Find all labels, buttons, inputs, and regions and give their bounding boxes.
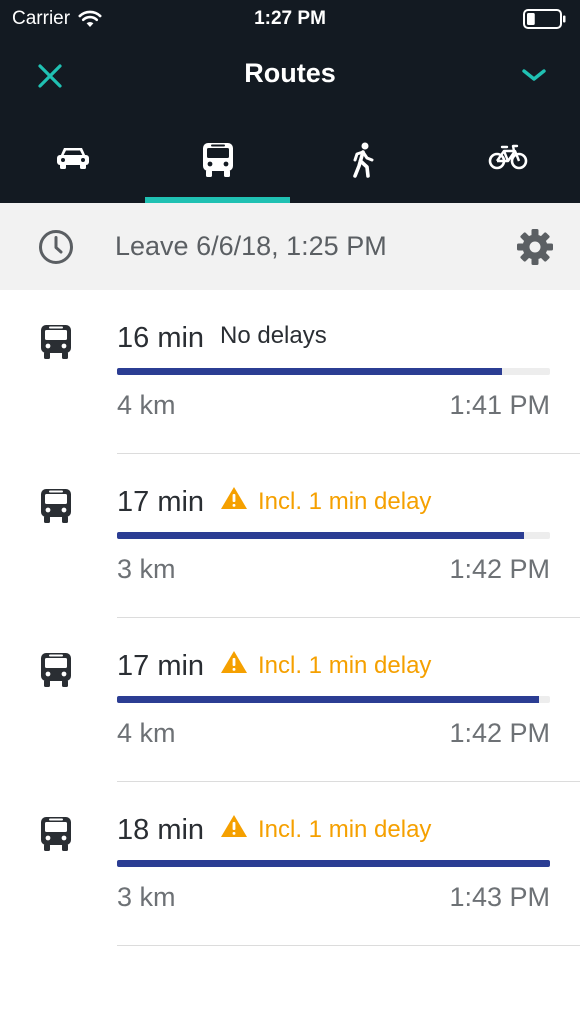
route-progress-bar bbox=[117, 860, 550, 867]
page-title: Routes bbox=[244, 58, 336, 88]
route-distance: 3 km bbox=[117, 554, 176, 584]
route-status: Incl. 1 min delay bbox=[220, 650, 431, 681]
walking-icon bbox=[348, 142, 378, 183]
route-status: Incl. 1 min delay bbox=[220, 486, 431, 517]
chevron-down-icon bbox=[521, 67, 547, 88]
route-duration: 17 min bbox=[117, 650, 205, 682]
route-option[interactable]: 16 min No delays 4 km 1:41 PM bbox=[0, 290, 580, 454]
route-option[interactable]: 17 min Incl. 1 min delay 3 km 1:42 PM bbox=[0, 454, 580, 618]
route-status: No delays bbox=[220, 322, 327, 350]
close-button[interactable] bbox=[32, 60, 68, 96]
route-progress-fill bbox=[117, 860, 550, 867]
departure-time-selector[interactable]: Leave 6/6/18, 1:25 PM bbox=[0, 203, 580, 290]
status-time: 1:27 PM bbox=[254, 8, 326, 29]
bus-icon bbox=[39, 488, 75, 524]
route-option[interactable]: 17 min Incl. 1 min delay 4 km 1:42 PM bbox=[0, 618, 580, 782]
departure-time-label: Leave 6/6/18, 1:25 PM bbox=[115, 231, 387, 261]
route-progress-bar bbox=[117, 696, 550, 703]
car-icon bbox=[55, 142, 91, 177]
gear-icon[interactable] bbox=[516, 228, 554, 266]
battery-icon bbox=[523, 9, 566, 29]
divider bbox=[117, 945, 580, 946]
clock-icon bbox=[38, 229, 74, 265]
route-status-text: No delays bbox=[220, 322, 327, 349]
route-status-text: Incl. 1 min delay bbox=[258, 487, 432, 515]
status-bar: Carrier 1:27 PM bbox=[0, 0, 580, 38]
route-progress-fill bbox=[117, 532, 525, 539]
route-distance: 4 km bbox=[117, 390, 176, 420]
warning-icon bbox=[220, 486, 248, 517]
route-distance: 3 km bbox=[117, 882, 176, 912]
route-duration: 16 min bbox=[117, 322, 205, 354]
tab-bike[interactable] bbox=[435, 116, 580, 203]
tab-walk[interactable] bbox=[290, 116, 435, 203]
nav-bar: Routes bbox=[0, 38, 580, 116]
route-progress-fill bbox=[117, 696, 540, 703]
warning-icon bbox=[220, 814, 248, 845]
route-progress-bar bbox=[117, 368, 550, 375]
route-arrival-time: 1:42 PM bbox=[449, 718, 550, 748]
route-duration: 17 min bbox=[117, 486, 205, 518]
route-arrival-time: 1:43 PM bbox=[449, 882, 550, 912]
route-progress-fill bbox=[117, 368, 503, 375]
route-status: Incl. 1 min delay bbox=[220, 814, 431, 845]
route-status-text: Incl. 1 min delay bbox=[258, 651, 432, 679]
route-list: 16 min No delays 4 km 1:41 PM 17 min Inc… bbox=[0, 290, 580, 946]
route-duration: 18 min bbox=[117, 814, 205, 846]
route-option[interactable]: 18 min Incl. 1 min delay 3 km 1:43 PM bbox=[0, 782, 580, 946]
tab-car[interactable] bbox=[0, 116, 145, 203]
warning-icon bbox=[220, 650, 248, 681]
bus-icon bbox=[39, 816, 75, 852]
route-arrival-time: 1:41 PM bbox=[449, 390, 550, 420]
bicycle-icon bbox=[488, 142, 528, 177]
route-status-text: Incl. 1 min delay bbox=[258, 815, 432, 843]
tab-transit[interactable] bbox=[145, 116, 290, 203]
expand-button[interactable] bbox=[516, 62, 552, 92]
transport-mode-tabs bbox=[0, 116, 580, 203]
route-progress-bar bbox=[117, 532, 550, 539]
bus-icon bbox=[39, 324, 75, 360]
bus-icon bbox=[39, 652, 75, 688]
header: Carrier 1:27 PM Routes bbox=[0, 0, 580, 203]
bus-icon bbox=[201, 142, 235, 183]
close-icon bbox=[37, 63, 63, 94]
route-arrival-time: 1:42 PM bbox=[449, 554, 550, 584]
route-distance: 4 km bbox=[117, 718, 176, 748]
